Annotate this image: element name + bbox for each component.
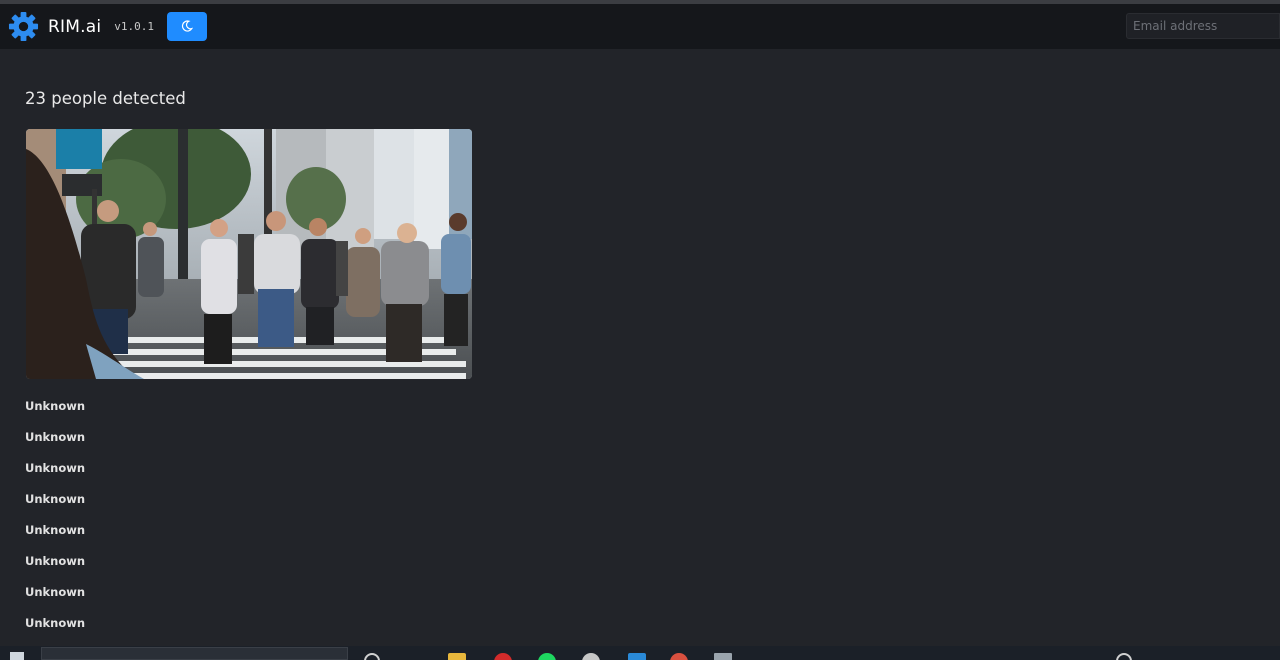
list-item: Unknown: [25, 523, 86, 537]
list-item: Unknown: [25, 399, 86, 413]
network-icon[interactable]: [1116, 653, 1132, 660]
app-icon[interactable]: [582, 653, 600, 660]
people-count-heading: 23 people detected: [25, 89, 186, 108]
list-item: Unknown: [25, 430, 86, 444]
list-item: Unknown: [25, 461, 86, 475]
list-item: Unknown: [25, 554, 86, 568]
detection-label-list: Unknown Unknown Unknown Unknown Unknown …: [25, 399, 85, 647]
list-item: Unknown: [25, 492, 86, 506]
moon-icon: [181, 17, 194, 36]
gear-icon: [8, 11, 39, 42]
file-explorer-icon[interactable]: [448, 653, 466, 660]
start-icon[interactable]: [10, 652, 24, 660]
theme-toggle-button[interactable]: [167, 12, 207, 41]
navbar: RIM.ai v1.0.1: [0, 4, 1280, 49]
list-item: Unknown: [25, 585, 86, 599]
main-content: 23 people detected Unknown Unknown Unkno…: [0, 49, 1280, 646]
taskbar-search-box[interactable]: [41, 647, 348, 660]
cortana-icon[interactable]: [364, 653, 380, 660]
email-field[interactable]: [1126, 13, 1280, 39]
windows-taskbar: [0, 646, 1280, 660]
brand-name[interactable]: RIM.ai: [48, 17, 101, 37]
chrome-icon[interactable]: [670, 653, 688, 660]
version-label: v1.0.1: [114, 20, 154, 33]
spotify-icon[interactable]: [538, 653, 556, 660]
list-item: Unknown: [25, 616, 86, 630]
opera-icon[interactable]: [494, 653, 512, 660]
street-crosswalk-crowd-photo: [26, 129, 472, 379]
vscode-icon[interactable]: [628, 653, 646, 660]
mail-icon[interactable]: [714, 653, 732, 660]
